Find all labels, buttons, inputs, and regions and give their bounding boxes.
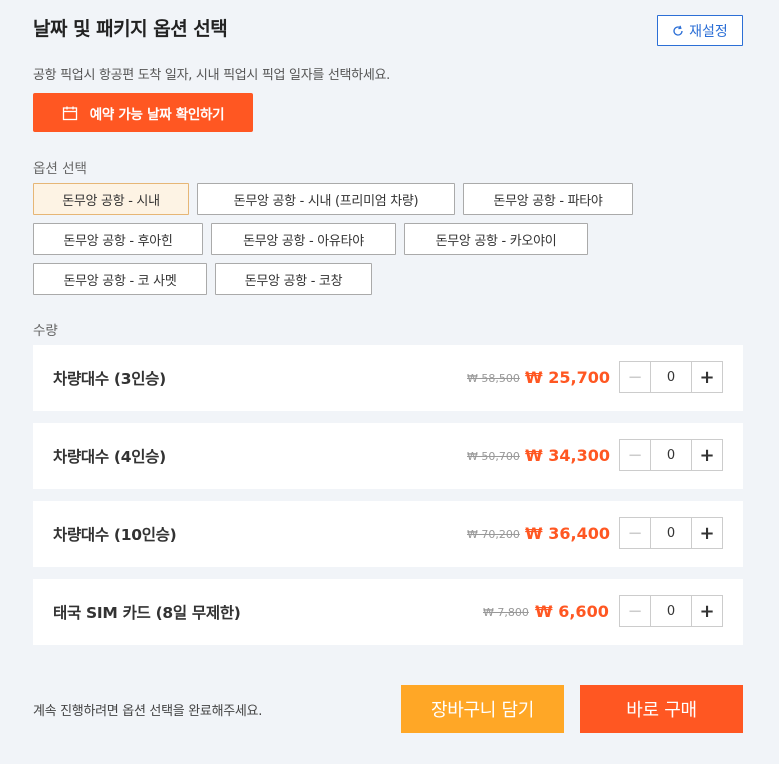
calendar-icon bbox=[62, 106, 77, 120]
option-don-mueang-koh-samet[interactable]: 돈무앙 공항 - 코 사멧 bbox=[33, 263, 207, 295]
option-don-mueang-khao-yai[interactable]: 돈무앙 공항 - 카오야이 bbox=[404, 223, 588, 255]
quantity-value[interactable]: 0 bbox=[651, 440, 691, 470]
check-available-dates-label: 예약 가능 날짜 확인하기 bbox=[89, 106, 225, 123]
option-don-mueang-koh-chang[interactable]: 돈무앙 공항 - 코창 bbox=[215, 263, 372, 295]
decrement-button[interactable]: − bbox=[620, 596, 651, 626]
decrement-button[interactable]: − bbox=[620, 362, 651, 392]
quantity-row: 태국 SIM 카드 (8일 무제한) ₩ 7,800 ₩ 6,600 − 0 + bbox=[33, 579, 743, 645]
check-available-dates-button[interactable]: 예약 가능 날짜 확인하기 bbox=[33, 93, 253, 132]
increment-button[interactable]: + bbox=[691, 596, 722, 626]
page-title: 날짜 및 패키지 옵션 선택 bbox=[33, 18, 228, 40]
option-don-mueang-city-premium[interactable]: 돈무앙 공항 - 시내 (프리미엄 차량) bbox=[197, 183, 455, 215]
quantity-stepper: − 0 + bbox=[619, 439, 723, 471]
sale-price: ₩ 34,300 bbox=[525, 446, 610, 465]
buy-now-button[interactable]: 바로 구매 bbox=[580, 685, 743, 733]
quantity-stepper: − 0 + bbox=[619, 517, 723, 549]
original-price: ₩ 58,500 bbox=[467, 372, 520, 385]
quantity-value[interactable]: 0 bbox=[651, 596, 691, 626]
option-don-mueang-pattaya[interactable]: 돈무앙 공항 - 파타야 bbox=[463, 183, 633, 215]
decrement-button[interactable]: − bbox=[620, 518, 651, 548]
quantity-row: 차량대수 (3인승) ₩ 58,500 ₩ 25,700 − 0 + bbox=[33, 345, 743, 411]
decrement-button[interactable]: − bbox=[620, 440, 651, 470]
original-price: ₩ 7,800 bbox=[483, 606, 529, 619]
refresh-icon bbox=[673, 25, 683, 36]
quantity-stepper: − 0 + bbox=[619, 361, 723, 393]
quantity-row: 차량대수 (10인승) ₩ 70,200 ₩ 36,400 − 0 + bbox=[33, 501, 743, 567]
increment-button[interactable]: + bbox=[691, 440, 722, 470]
option-don-mueang-ayutthaya[interactable]: 돈무앙 공항 - 아유타야 bbox=[211, 223, 396, 255]
options-section-label: 옵션 선택 bbox=[33, 161, 87, 177]
row-label: 차량대수 (10인승) bbox=[53, 526, 177, 544]
date-instruction: 공항 픽업시 항공편 도착 일자, 시내 픽업시 픽업 일자를 선택하세요. bbox=[33, 68, 390, 83]
original-price: ₩ 70,200 bbox=[467, 528, 520, 541]
reset-button[interactable]: 재설정 bbox=[657, 15, 743, 46]
original-price: ₩ 50,700 bbox=[467, 450, 520, 463]
increment-button[interactable]: + bbox=[691, 518, 722, 548]
row-label: 차량대수 (3인승) bbox=[53, 370, 166, 388]
quantity-row: 차량대수 (4인승) ₩ 50,700 ₩ 34,300 − 0 + bbox=[33, 423, 743, 489]
quantity-value[interactable]: 0 bbox=[651, 518, 691, 548]
sale-price: ₩ 6,600 bbox=[535, 602, 609, 621]
sale-price: ₩ 25,700 bbox=[525, 368, 610, 387]
quantity-value[interactable]: 0 bbox=[651, 362, 691, 392]
option-don-mueang-hua-hin[interactable]: 돈무앙 공항 - 후아힌 bbox=[33, 223, 203, 255]
option-don-mueang-city[interactable]: 돈무앙 공항 - 시내 bbox=[33, 183, 189, 215]
add-to-cart-button[interactable]: 장바구니 담기 bbox=[401, 685, 564, 733]
reset-label: 재설정 bbox=[689, 23, 728, 40]
increment-button[interactable]: + bbox=[691, 362, 722, 392]
quantity-stepper: − 0 + bbox=[619, 595, 723, 627]
quantity-section-label: 수량 bbox=[33, 323, 58, 339]
completion-notice: 계속 진행하려면 옵션 선택을 완료해주세요. bbox=[33, 704, 263, 719]
sale-price: ₩ 36,400 bbox=[525, 524, 610, 543]
row-label: 차량대수 (4인승) bbox=[53, 448, 166, 466]
row-label: 태국 SIM 카드 (8일 무제한) bbox=[53, 604, 241, 622]
